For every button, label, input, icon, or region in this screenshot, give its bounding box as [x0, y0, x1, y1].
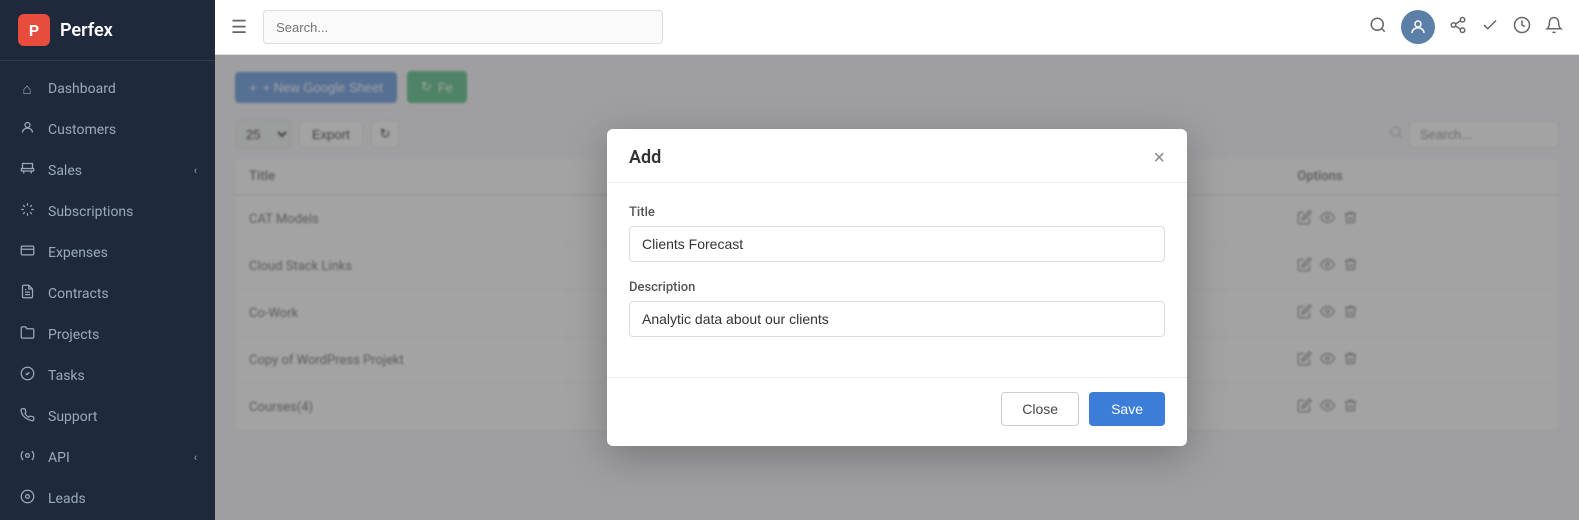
sidebar-item-sales[interactable]: Sales ‹: [0, 150, 215, 191]
modal-overlay: Add × Title Description: [215, 55, 1579, 520]
chevron-right-icon-api: ‹: [194, 451, 197, 464]
expenses-icon: [18, 243, 36, 262]
check-icon[interactable]: [1481, 16, 1499, 39]
chevron-right-icon: ‹: [194, 164, 197, 177]
title-form-group: Title: [629, 205, 1165, 262]
modal-header: Add ×: [607, 129, 1187, 183]
sidebar-logo: P Perfex: [0, 0, 215, 61]
dashboard-icon: ⌂: [18, 80, 36, 98]
sidebar-item-dashboard[interactable]: ⌂ Dashboard: [0, 69, 215, 109]
sidebar-item-support[interactable]: Support: [0, 396, 215, 437]
modal-title: Add: [629, 147, 661, 168]
sidebar-item-label: Customers: [48, 122, 116, 138]
main-content: ☰: [215, 0, 1579, 520]
support-icon: [18, 407, 36, 426]
sidebar-item-projects[interactable]: Projects: [0, 314, 215, 355]
topbar: ☰: [215, 0, 1579, 55]
topbar-search-input[interactable]: [263, 10, 663, 44]
subscriptions-icon: [18, 202, 36, 221]
page-wrapper: + + New Google Sheet ↻ Fe 25 50 100 Expo…: [215, 55, 1579, 520]
logo-icon: P: [18, 14, 50, 46]
bell-icon[interactable]: [1545, 16, 1563, 39]
tasks-icon: [18, 366, 36, 385]
sidebar-item-label: Expenses: [48, 245, 108, 261]
sidebar-item-label: API: [48, 450, 70, 466]
sidebar-item-contracts[interactable]: Contracts: [0, 273, 215, 314]
sidebar: P Perfex ⌂ Dashboard Customers Sales ‹: [0, 0, 215, 520]
share-icon[interactable]: [1449, 16, 1467, 39]
projects-icon: [18, 325, 36, 344]
leads-icon: [18, 489, 36, 508]
sidebar-item-customers[interactable]: Customers: [0, 109, 215, 150]
sidebar-item-label: Leads: [48, 491, 86, 507]
user-avatar[interactable]: [1401, 10, 1435, 44]
sidebar-nav: ⌂ Dashboard Customers Sales ‹ S: [0, 61, 215, 520]
add-modal: Add × Title Description: [607, 129, 1187, 446]
sidebar-item-tasks[interactable]: Tasks: [0, 355, 215, 396]
description-form-group: Description: [629, 280, 1165, 337]
modal-close-button[interactable]: ×: [1153, 148, 1165, 168]
sales-icon: [18, 161, 36, 180]
description-input[interactable]: [629, 301, 1165, 337]
clock-icon[interactable]: [1513, 16, 1531, 39]
sidebar-item-leads[interactable]: Leads: [0, 478, 215, 519]
sidebar-item-expenses[interactable]: Expenses: [0, 232, 215, 273]
sidebar-item-label: Subscriptions: [48, 204, 133, 220]
modal-divider: [607, 377, 1187, 378]
logo-text: Perfex: [60, 20, 113, 41]
search-icon[interactable]: [1369, 16, 1387, 39]
modal-body: Title Description: [607, 183, 1187, 377]
sidebar-item-label: Tasks: [48, 368, 85, 384]
sidebar-item-subscriptions[interactable]: Subscriptions: [0, 191, 215, 232]
topbar-icons: [1369, 10, 1563, 44]
sidebar-item-label: Contracts: [48, 286, 109, 302]
title-input[interactable]: [629, 226, 1165, 262]
close-button[interactable]: Close: [1001, 392, 1079, 426]
sidebar-item-label: Dashboard: [48, 81, 116, 97]
sidebar-item-label: Support: [48, 409, 97, 425]
sidebar-item-label: Projects: [48, 327, 99, 343]
menu-icon[interactable]: ☰: [231, 17, 247, 38]
description-label: Description: [629, 280, 1165, 295]
modal-footer: Close Save: [607, 392, 1187, 446]
contracts-icon: [18, 284, 36, 303]
sidebar-item-api[interactable]: API ‹: [0, 437, 215, 478]
customers-icon: [18, 120, 36, 139]
sidebar-item-label: Sales: [48, 163, 82, 179]
save-button[interactable]: Save: [1089, 392, 1165, 426]
api-icon: [18, 448, 36, 467]
title-label: Title: [629, 205, 1165, 220]
